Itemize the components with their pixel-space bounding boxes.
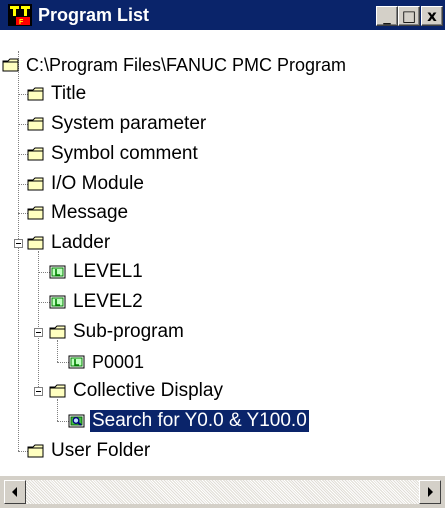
minimize-icon: _ bbox=[383, 7, 391, 25]
tree-item-label: Collective Display bbox=[73, 380, 223, 401]
arrow-left-icon bbox=[12, 487, 17, 497]
tree-item-label: System parameter bbox=[51, 113, 207, 134]
tree-item-label: Ladder bbox=[51, 232, 111, 253]
fanuc-app-icon: F bbox=[8, 4, 32, 26]
tree-item-symbol-comment[interactable]: Symbol comment bbox=[27, 141, 200, 167]
tree-item-user-folder[interactable]: User Folder bbox=[27, 438, 152, 464]
folder-icon bbox=[27, 206, 44, 220]
scroll-right-button[interactable] bbox=[419, 480, 441, 504]
folder-icon bbox=[27, 147, 44, 161]
tree-item-level1[interactable]: LEVEL1 bbox=[49, 259, 145, 285]
search-icon bbox=[68, 414, 85, 428]
folder-icon bbox=[27, 177, 44, 191]
horizontal-scrollbar[interactable] bbox=[0, 476, 445, 508]
folder-icon bbox=[27, 87, 44, 101]
title-bar[interactable]: F Program List _ □ x bbox=[0, 0, 445, 30]
scroll-left-button[interactable] bbox=[4, 480, 26, 504]
tree-item-label: User Folder bbox=[51, 440, 151, 461]
folder-icon bbox=[27, 236, 44, 250]
tree-item-collective-display[interactable]: Collective Display bbox=[49, 378, 225, 404]
folder-icon bbox=[49, 325, 66, 339]
arrow-right-icon bbox=[428, 487, 433, 497]
tree-item-message[interactable]: Message bbox=[27, 200, 130, 226]
tree-item-p0001[interactable]: P0001 bbox=[68, 349, 146, 375]
maximize-button[interactable]: □ bbox=[398, 6, 420, 26]
folder-icon bbox=[27, 117, 44, 131]
tree-item-label: P0001 bbox=[92, 352, 145, 372]
close-button[interactable]: x bbox=[421, 6, 443, 26]
tree-item-sub-program[interactable]: Sub-program bbox=[49, 319, 186, 345]
tree-root[interactable]: C:\Program Files\FANUC PMC Program bbox=[2, 52, 348, 78]
tree-item-title[interactable]: Title bbox=[27, 81, 88, 107]
scroll-track[interactable] bbox=[26, 480, 419, 504]
collapse-sub-program-icon[interactable] bbox=[34, 328, 43, 337]
folder-icon bbox=[27, 444, 44, 458]
window-title: Program List bbox=[38, 5, 150, 25]
maximize-icon: □ bbox=[401, 7, 417, 25]
program-list-window: F Program List _ □ x C:\Program Files\FA… bbox=[0, 0, 445, 508]
minimize-button[interactable]: _ bbox=[376, 6, 398, 26]
tree-item-label: Title bbox=[51, 83, 87, 104]
tree-line bbox=[18, 51, 20, 451]
tree-item-label: Symbol comment bbox=[51, 143, 198, 164]
tree-item-search[interactable]: Search for Y0.0 & Y100.0 bbox=[68, 408, 310, 434]
tree-item-label: LEVEL2 bbox=[73, 291, 143, 312]
program-tree[interactable]: C:\Program Files\FANUC PMC Program Title… bbox=[0, 30, 445, 476]
ladder-program-icon bbox=[49, 265, 66, 279]
tree-item-label: Search for Y0.0 & Y100.0 bbox=[89, 409, 310, 433]
ladder-program-icon bbox=[68, 355, 85, 369]
collapse-ladder-icon[interactable] bbox=[14, 239, 23, 248]
folder-icon bbox=[2, 58, 19, 72]
collapse-collective-display-icon[interactable] bbox=[34, 387, 43, 396]
tree-item-level2[interactable]: LEVEL2 bbox=[49, 289, 145, 315]
tree-item-label: LEVEL1 bbox=[73, 261, 143, 282]
tree-item-ladder[interactable]: Ladder bbox=[27, 230, 112, 256]
tree-item-label: Message bbox=[51, 202, 129, 223]
tree-item-system-parameter[interactable]: System parameter bbox=[27, 111, 208, 137]
folder-icon bbox=[49, 384, 66, 398]
tree-root-label: C:\Program Files\FANUC PMC Program bbox=[26, 55, 347, 75]
tree-item-label: Sub-program bbox=[73, 321, 184, 342]
close-icon: x bbox=[427, 7, 437, 25]
svg-text:F: F bbox=[19, 19, 24, 26]
tree-item-label: I/O Module bbox=[51, 173, 144, 194]
tree-item-io-module[interactable]: I/O Module bbox=[27, 171, 146, 197]
ladder-program-icon bbox=[49, 295, 66, 309]
